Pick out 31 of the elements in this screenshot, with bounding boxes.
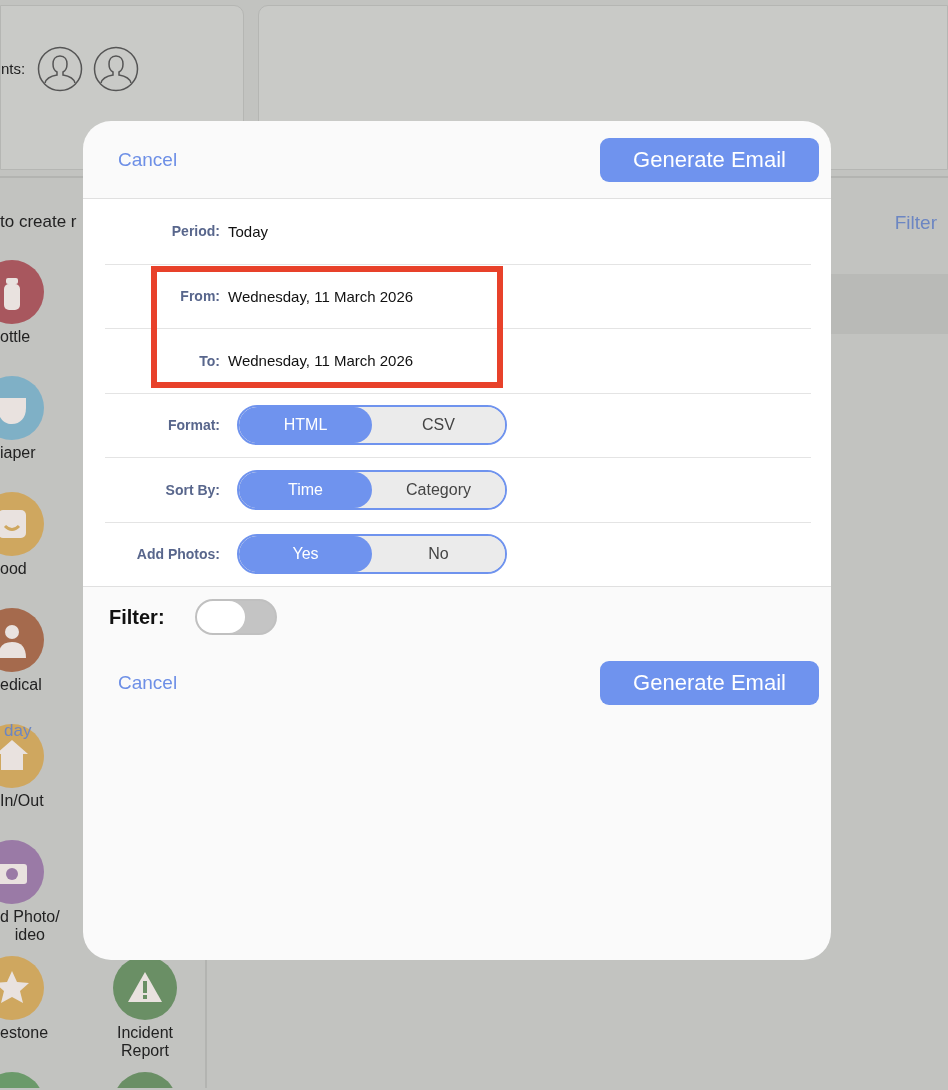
cancel-button[interactable]: Cancel [118, 148, 178, 171]
generate-email-button[interactable]: Generate Email [600, 137, 819, 182]
segment-option[interactable]: Yes [239, 536, 372, 573]
activity-label: Incident Report [115, 1024, 174, 1060]
generate-email-button[interactable]: Generate Email [600, 661, 819, 705]
filter-link[interactable]: Filter [894, 212, 937, 234]
field-label: Sort By: [164, 481, 220, 498]
activity-label: In/Out [0, 792, 44, 810]
field-label: Period: [170, 223, 220, 240]
activity-label: ottle [0, 328, 31, 346]
activity-label: estone [0, 1024, 49, 1042]
filter-toggle[interactable] [194, 599, 277, 635]
field-label: Add Photos: [135, 546, 220, 563]
field-label: Format: [166, 417, 220, 434]
avatar-icon[interactable] [37, 46, 84, 92]
activity-label: ood [0, 560, 27, 578]
segment-option[interactable]: HTML [239, 407, 372, 444]
day-link[interactable]: day [4, 721, 32, 741]
participants-label: nts: [1, 60, 26, 77]
cancel-button[interactable]: Cancel [118, 672, 178, 694]
activity-label: d Photo/ ideo [0, 908, 60, 944]
field-label: From: [179, 288, 220, 305]
field-value[interactable]: Wednesday, 11 March 2026 [228, 287, 414, 305]
filter-label: Filter: [109, 605, 165, 629]
segment-option[interactable]: Time [239, 471, 372, 508]
avatar-icon[interactable] [93, 46, 140, 92]
field-value[interactable]: Today [228, 222, 269, 240]
activity-label: edical [0, 676, 42, 694]
field-label: To: [198, 352, 220, 369]
activity-label: iaper [0, 444, 36, 462]
field-value[interactable]: Wednesday, 11 March 2026 [228, 352, 414, 370]
